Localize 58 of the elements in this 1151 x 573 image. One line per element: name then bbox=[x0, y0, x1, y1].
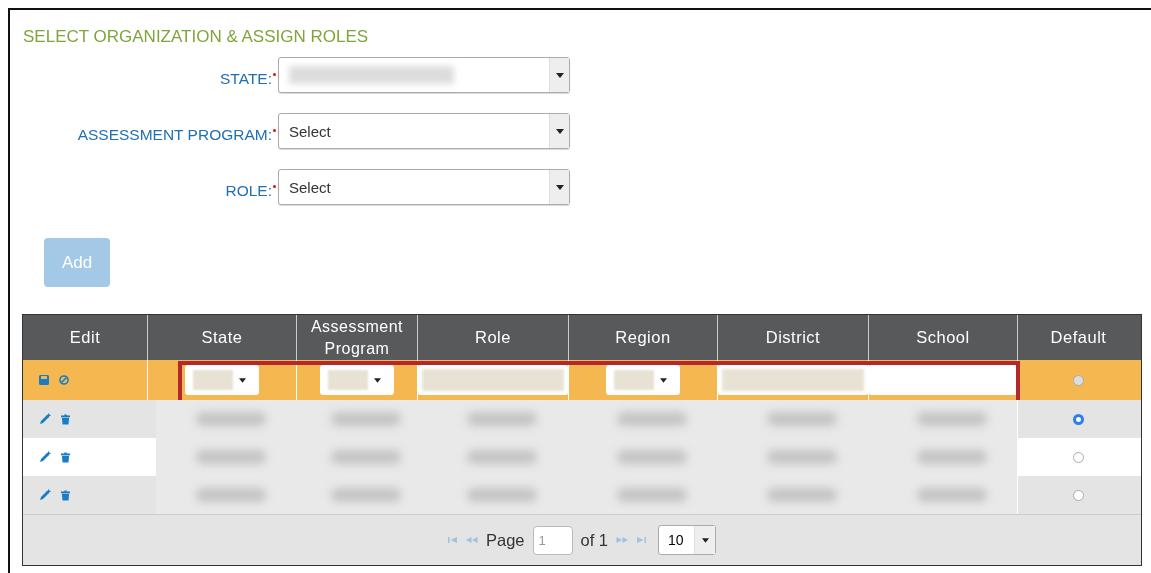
field-label: ASSESSMENT PROGRAM: bbox=[77, 126, 272, 144]
redacted-text bbox=[466, 412, 537, 426]
field-label: STATE: bbox=[220, 70, 272, 88]
input-field[interactable] bbox=[418, 365, 568, 395]
redacted-text bbox=[330, 488, 401, 502]
caret-icon bbox=[555, 72, 564, 78]
redacted-text bbox=[616, 450, 687, 464]
redacted-text bbox=[766, 412, 837, 426]
redacted-text bbox=[916, 412, 987, 426]
caret-icon bbox=[555, 128, 564, 134]
radio-button[interactable] bbox=[1073, 413, 1084, 425]
redacted-text bbox=[195, 450, 266, 464]
redacted-text bbox=[616, 412, 687, 426]
dropdown[interactable] bbox=[278, 57, 570, 93]
caret-icon bbox=[701, 537, 709, 543]
redacted-text bbox=[330, 412, 401, 426]
pencil-icon bbox=[39, 451, 51, 463]
input-field[interactable] bbox=[718, 365, 868, 395]
dropdown[interactable]: Select bbox=[278, 113, 570, 149]
dropdown[interactable] bbox=[606, 365, 680, 395]
first-page-icon[interactable] bbox=[447, 537, 458, 543]
section-title: SELECT ORGANIZATION & ASSIGN ROLES bbox=[23, 27, 370, 47]
page-label: Page bbox=[485, 530, 525, 550]
redacted-text bbox=[916, 488, 987, 502]
redacted-text bbox=[466, 450, 537, 464]
page-count: of 1 bbox=[580, 530, 609, 550]
save-icon bbox=[39, 375, 49, 385]
trash-icon bbox=[61, 489, 70, 501]
caret-icon bbox=[555, 184, 564, 190]
dropdown[interactable] bbox=[320, 365, 394, 395]
page-size-dropdown[interactable]: 10 bbox=[658, 525, 717, 555]
redacted-text bbox=[616, 488, 687, 502]
redacted-text bbox=[195, 412, 266, 426]
redacted-text bbox=[766, 488, 837, 502]
caret-icon bbox=[660, 377, 667, 383]
dropdown[interactable]: Select bbox=[278, 169, 570, 205]
redacted-text bbox=[766, 450, 837, 464]
dropdown[interactable] bbox=[185, 365, 259, 395]
next-page-icon[interactable] bbox=[616, 537, 629, 543]
input-field[interactable] bbox=[869, 365, 1017, 395]
redacted-text bbox=[195, 488, 266, 502]
column-header: Edit bbox=[68, 327, 102, 348]
radio-button[interactable] bbox=[1073, 489, 1084, 501]
redacted-text bbox=[916, 450, 987, 464]
pencil-icon bbox=[39, 489, 51, 501]
previous-page-icon[interactable] bbox=[465, 537, 478, 543]
radio-button[interactable] bbox=[1073, 374, 1084, 386]
field-label: ROLE: bbox=[225, 182, 272, 200]
last-page-icon[interactable] bbox=[636, 537, 647, 543]
caret-icon bbox=[374, 377, 381, 383]
trash-icon bbox=[61, 451, 70, 463]
cancel-icon bbox=[59, 375, 69, 385]
caret-icon bbox=[239, 377, 246, 383]
radio-button[interactable] bbox=[1073, 451, 1084, 463]
trash-icon bbox=[61, 413, 70, 425]
redacted-text bbox=[466, 488, 537, 502]
redacted-text bbox=[330, 450, 401, 464]
pencil-icon bbox=[39, 413, 51, 425]
